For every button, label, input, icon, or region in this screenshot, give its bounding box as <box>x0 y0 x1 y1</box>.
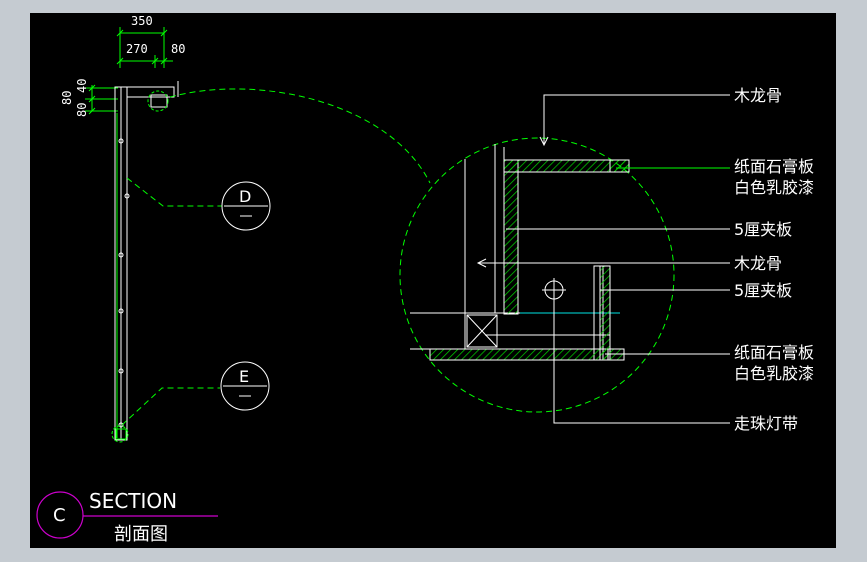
callout-d: D <box>221 181 271 231</box>
title-subtitle: 剖面图 <box>114 524 168 545</box>
material-labels: 木龙骨 纸面石膏板 白色乳胶漆 5厘夹板 木龙骨 5厘夹板 纸面石膏板 白色乳胶… <box>734 86 814 433</box>
label-gypsum-board-top: 纸面石膏板 <box>734 157 814 176</box>
dimension-v2: 80 <box>75 103 89 117</box>
callout-d-letter: D <box>239 187 251 206</box>
label-white-latex-bottom: 白色乳胶漆 <box>734 364 814 383</box>
callout-e-letter: E <box>239 367 249 386</box>
label-plywood-2: 5厘夹板 <box>734 281 792 300</box>
section-wall <box>114 81 179 441</box>
drawing-canvas: 350 270 80 80 80 40 D E 木龙骨 纸面石膏板 白色乳胶漆 … <box>30 13 836 548</box>
dimension-v1: 80 <box>60 91 74 105</box>
label-wood-keel-2: 木龙骨 <box>734 254 782 273</box>
dimension-270: 270 <box>126 42 148 56</box>
label-wood-keel-top: 木龙骨 <box>734 86 782 105</box>
label-gypsum-board-bottom: 纸面石膏板 <box>734 343 814 362</box>
label-led-strip: 走珠灯带 <box>734 414 798 433</box>
callout-leaders <box>121 88 431 426</box>
dimension-80: 80 <box>171 42 185 56</box>
dimension-v3: 40 <box>75 79 89 93</box>
callout-e: E <box>220 361 270 411</box>
title-block: C SECTION 剖面图 <box>36 489 218 545</box>
dimension-350: 350 <box>131 14 153 28</box>
detail-hatched-boards <box>429 159 630 361</box>
led-strip-symbol <box>542 278 566 302</box>
label-white-latex-top: 白色乳胶漆 <box>734 178 814 197</box>
dimension-left <box>85 84 118 115</box>
detail-circle <box>399 137 675 413</box>
section-drawing: 350 270 80 80 80 40 D E 木龙骨 纸面石膏板 白色乳胶漆 … <box>36 14 814 545</box>
title-letter: C <box>53 505 66 526</box>
label-plywood-1: 5厘夹板 <box>734 220 792 239</box>
title-section: SECTION <box>89 489 177 513</box>
